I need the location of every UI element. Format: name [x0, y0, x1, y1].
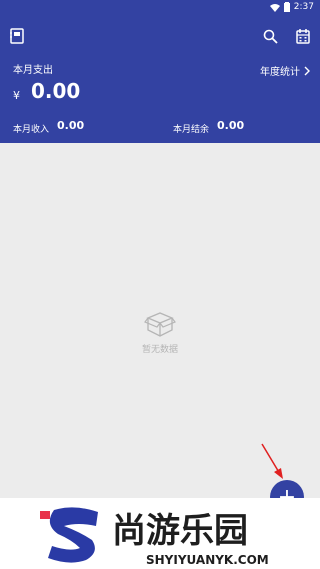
- watermark-en: SHYIYUANYK.COM: [146, 553, 269, 567]
- watermark-logo: 尚游乐园 SHYIYUANYK.COM: [0, 498, 320, 569]
- battery-icon: [283, 2, 290, 12]
- wifi-icon: [269, 3, 280, 12]
- yearly-stats-label: 年度统计: [260, 67, 300, 78]
- watermark-cn: 尚游乐园: [112, 511, 248, 551]
- month-balance-value: 0.00: [217, 119, 245, 132]
- month-income-label: 本月收入: [13, 125, 50, 135]
- status-bar: 2:37: [0, 0, 320, 16]
- summary-header: 本月支出 年度统计 ¥ 0.00 本月收入 0.00 本月结余 0.00: [0, 16, 320, 143]
- search-icon[interactable]: [260, 26, 280, 46]
- empty-text: 暂无数据: [141, 345, 178, 355]
- chevron-right-icon: [304, 66, 310, 75]
- notebook-icon[interactable]: [7, 26, 27, 46]
- month-income-value: 0.00: [57, 119, 85, 132]
- status-icons: 2:37: [269, 2, 314, 12]
- month-balance-label: 本月结余: [173, 125, 210, 135]
- empty-box-icon: [144, 312, 176, 337]
- calendar-icon[interactable]: [293, 26, 313, 46]
- currency-symbol: ¥: [13, 89, 20, 102]
- yearly-stats-link[interactable]: 年度统计: [260, 63, 310, 78]
- month-expense-value: 0.00: [31, 79, 81, 103]
- empty-state: 暂无数据: [0, 310, 320, 355]
- status-time: 2:37: [293, 2, 314, 12]
- month-expense-label: 本月支出: [13, 65, 53, 76]
